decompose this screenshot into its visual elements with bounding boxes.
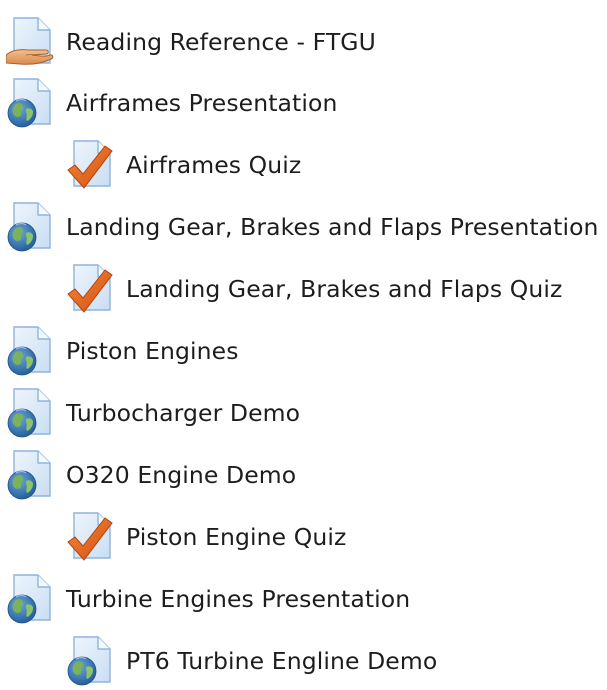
quiz-checkmark-icon [66,264,116,316]
activity-piston-engines[interactable]: Piston Engines [6,324,239,380]
activity-label[interactable]: Turbine Engines Presentation [66,588,410,612]
activity-landing-gear-presentation[interactable]: Landing Gear, Brakes and Flaps Presentat… [6,200,599,256]
activity-reading-reference[interactable]: Reading Reference - FTGU [6,15,376,71]
url-globe-page-icon [6,202,56,254]
activity-turbine-engines-presentation[interactable]: Turbine Engines Presentation [6,572,410,628]
activity-label[interactable]: PT6 Turbine Engline Demo [126,650,437,674]
resource-page-hand-icon [6,17,56,69]
url-globe-page-icon [6,326,56,378]
url-globe-page-icon [6,388,56,440]
activity-airframes-quiz[interactable]: Airframes Quiz [66,138,301,194]
activity-label[interactable]: Airframes Presentation [66,92,337,116]
activity-pt6-turbine-demo[interactable]: PT6 Turbine Engline Demo [66,634,437,690]
quiz-checkmark-icon [66,512,116,564]
url-globe-page-icon [66,636,116,688]
quiz-checkmark-icon [66,140,116,192]
url-globe-page-icon [6,78,56,130]
activity-o320-engine-demo[interactable]: O320 Engine Demo [6,448,296,504]
activity-label[interactable]: Landing Gear, Brakes and Flaps Presentat… [66,216,599,240]
url-globe-page-icon [6,450,56,502]
activity-landing-gear-quiz[interactable]: Landing Gear, Brakes and Flaps Quiz [66,262,562,318]
activity-turbocharger-demo[interactable]: Turbocharger Demo [6,386,300,442]
activity-label[interactable]: Landing Gear, Brakes and Flaps Quiz [126,278,562,302]
activity-label[interactable]: Piston Engine Quiz [126,526,346,550]
activity-label[interactable]: Turbocharger Demo [66,402,300,426]
activity-label[interactable]: Piston Engines [66,340,239,364]
activity-piston-engine-quiz[interactable]: Piston Engine Quiz [66,510,346,566]
url-globe-page-icon [6,574,56,626]
activity-airframes-presentation[interactable]: Airframes Presentation [6,76,337,132]
activity-label[interactable]: O320 Engine Demo [66,464,296,488]
activity-label[interactable]: Reading Reference - FTGU [66,31,376,55]
activity-label[interactable]: Airframes Quiz [126,154,301,178]
